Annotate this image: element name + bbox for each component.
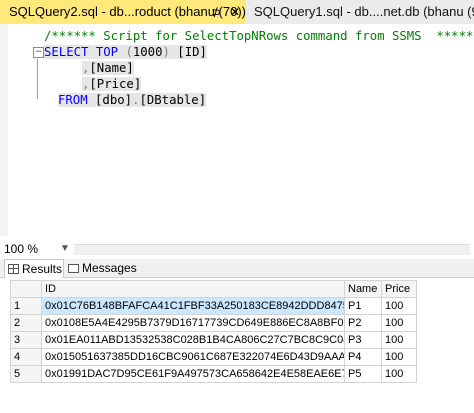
select-keyword: SELECT (44, 45, 89, 59)
pin-icon[interactable]: ⊅ (211, 0, 221, 24)
row-number[interactable]: 1 (10, 297, 42, 315)
top-keyword: TOP (95, 45, 119, 59)
editor-margin (0, 24, 8, 236)
cell-price[interactable]: 100 (381, 365, 417, 383)
cell-price[interactable]: 100 (381, 331, 417, 349)
schema-name: [dbo] (95, 93, 133, 107)
collapse-icon[interactable]: − (33, 47, 44, 58)
table-row: 5 0x01991DAC7D95CE61F9A497573CA658642E4E… (10, 365, 417, 383)
editor-status-bar: 100 % ▼ (0, 241, 474, 257)
cell-name[interactable]: P4 (344, 348, 382, 366)
fold-guide (37, 59, 38, 99)
zoom-select[interactable]: 100 % ▼ (4, 241, 70, 257)
row-number-header[interactable] (10, 280, 42, 298)
column-id: [ID] (177, 45, 207, 59)
results-grid[interactable]: ID Name Price 1 0x01C76B148BFAFCA41C1FBF… (10, 280, 417, 383)
code-line-select: SELECT TOP (1000) [ID] (44, 45, 207, 59)
cell-id[interactable]: 0x0108E5A4E4295B7379D16717739CD649E886EC… (41, 314, 345, 332)
tab-results[interactable]: Results (4, 259, 64, 278)
cell-price[interactable]: 100 (381, 297, 417, 315)
cell-name[interactable]: P2 (344, 314, 382, 332)
row-number[interactable]: 5 (10, 365, 42, 383)
grid-header-row: ID Name Price (10, 280, 417, 298)
code-line-from: FROM [dbo].[DBtable] (58, 93, 207, 107)
table-row: 2 0x0108E5A4E4295B7379D16717739CD649E886… (10, 314, 417, 332)
column-header-id[interactable]: ID (41, 280, 345, 298)
top-count: 1000 (132, 45, 163, 59)
row-number[interactable]: 3 (10, 331, 42, 349)
cell-name[interactable]: P5 (344, 365, 382, 383)
cell-id[interactable]: 0x01991DAC7D95CE61F9A497573CA658642E4E58… (41, 365, 345, 383)
tab-title: SQLQuery1.sql - db....net.db (bhanu (90)… (254, 4, 474, 19)
table-name: [DBtable] (139, 93, 207, 107)
close-icon[interactable]: ✕ (230, 0, 240, 24)
cell-id[interactable]: 0x01C76B148BFAFCA41C1FBF33A250183CE8942D… (41, 297, 345, 315)
code-line-comment: /****** Script for SelectTopNRows comman… (44, 29, 474, 43)
query-editor[interactable]: /****** Script for SelectTopNRows comman… (0, 24, 474, 236)
chevron-down-icon[interactable]: ▼ (60, 241, 70, 257)
cell-price[interactable]: 100 (381, 314, 417, 332)
cell-name[interactable]: P1 (344, 297, 382, 315)
table-row: 4 0x015051637385DD16CBC9061C687E322074E6… (10, 348, 417, 366)
tab-sqlquery1[interactable]: SQLQuery1.sql - db....net.db (bhanu (90)… (252, 0, 474, 24)
code-line-price: ,[Price] (82, 77, 142, 91)
cell-id[interactable]: 0x01EA011ABD13532538C028B1B4CA806C27C7BC… (41, 331, 345, 349)
zoom-value: 100 % (4, 242, 39, 256)
message-icon (68, 264, 79, 273)
from-keyword: FROM (58, 93, 88, 107)
tab-messages[interactable]: Messages (66, 259, 137, 277)
cell-id[interactable]: 0x015051637385DD16CBC9061C687E322074E6D4… (41, 348, 345, 366)
column-header-name[interactable]: Name (344, 280, 382, 298)
code-line-name: ,[Name] (82, 61, 134, 75)
horizontal-scrollbar[interactable] (74, 244, 470, 255)
results-tab-bar: Results Messages (0, 259, 474, 278)
grid-icon (8, 264, 19, 274)
column-price: [Price] (89, 77, 142, 91)
row-number[interactable]: 4 (10, 348, 42, 366)
cell-price[interactable]: 100 (381, 348, 417, 366)
tab-messages-label: Messages (82, 261, 137, 275)
column-name: [Name] (89, 61, 134, 75)
tab-results-label: Results (22, 262, 63, 276)
table-row: 3 0x01EA011ABD13532538C028B1B4CA806C27C7… (10, 331, 417, 349)
document-tab-bar: SQLQuery2.sql - db...roduct (bhanu (70))… (0, 0, 474, 25)
column-header-price[interactable]: Price (381, 280, 417, 298)
cell-name[interactable]: P3 (344, 331, 382, 349)
tab-sqlquery2[interactable]: SQLQuery2.sql - db...roduct (bhanu (70))… (0, 0, 246, 24)
table-row: 1 0x01C76B148BFAFCA41C1FBF33A250183CE894… (10, 297, 417, 315)
row-number[interactable]: 2 (10, 314, 42, 332)
